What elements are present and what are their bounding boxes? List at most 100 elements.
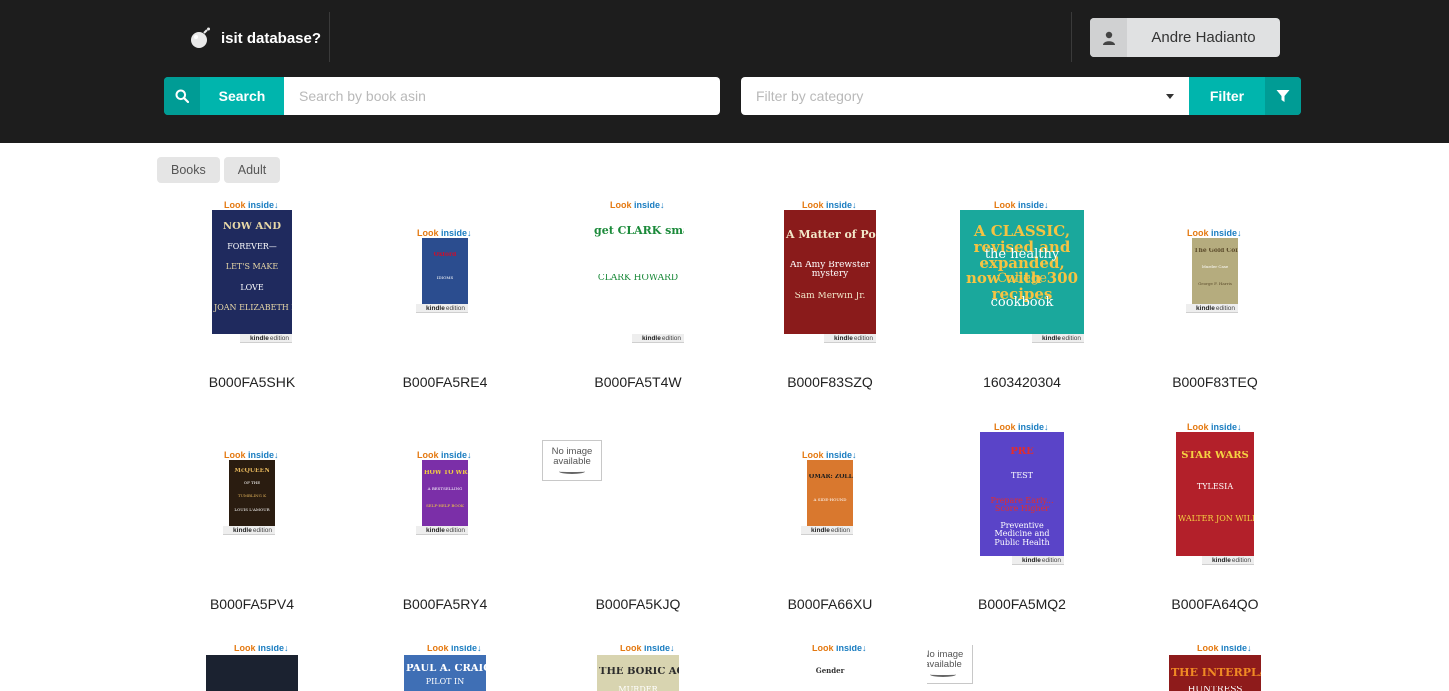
look-inside-badge[interactable]: Look inside↓ xyxy=(620,645,675,653)
book-card[interactable]: No imageavailable xyxy=(927,645,1117,691)
book-asin-label: B000FA5MQ2 xyxy=(978,596,1066,612)
amazon-smile-icon xyxy=(930,672,956,677)
look-inside-badge[interactable]: Look inside↓ xyxy=(1187,228,1242,238)
book-cover-image: McQUEEN OF THE TUMBLING K LOUIS L'AMOUR xyxy=(229,460,275,526)
book-card[interactable]: Look inside↓PAUL A. CRAIGPILOT INCOMMAND xyxy=(350,645,540,691)
look-inside-badge[interactable]: Look inside↓ xyxy=(417,450,472,460)
look-inside-look: Look xyxy=(417,228,439,238)
book-card[interactable]: Look inside↓ Gender and Material xyxy=(735,645,925,691)
cover-title-text: PRE xyxy=(1010,447,1034,457)
look-inside-look: Look xyxy=(802,450,824,460)
cover-title-text: JOAN ELIZABETH LLOYD xyxy=(214,304,292,312)
look-inside-badge[interactable]: Look inside↓ xyxy=(812,645,867,653)
book-card[interactable]: Look inside↓ NOW AND FOREVER— LET'S MAKE LOV… xyxy=(157,200,347,410)
look-inside-inside: inside xyxy=(634,200,661,210)
brand[interactable]: isit database? xyxy=(188,24,321,52)
arrow-down-icon: ↓ xyxy=(1247,645,1252,653)
book-card[interactable]: Look inside↓ A Matter of Policy An Amy Bre… xyxy=(735,200,925,410)
book-card[interactable]: Look inside↓ PRE TEST Prepare Early... Scor… xyxy=(927,422,1117,632)
look-inside-badge[interactable]: Look inside↓ xyxy=(427,645,482,653)
look-inside-look: Look xyxy=(1187,228,1209,238)
look-inside-badge[interactable]: Look inside↓ xyxy=(234,645,289,653)
look-inside-look: Look xyxy=(812,645,834,653)
book-card[interactable]: No image available B000FA5KJQ xyxy=(542,422,733,632)
filter-button-label: Filter xyxy=(1209,88,1245,104)
arrow-down-icon: ↓ xyxy=(1237,228,1242,238)
kindle-edition-badge: kindle edition xyxy=(416,304,468,313)
look-inside-inside: inside xyxy=(258,645,285,653)
arrow-down-icon: ↓ xyxy=(852,450,857,460)
book-card[interactable]: Look inside↓ HOW TO WRITE A BESTSELLING SEL… xyxy=(350,422,540,632)
cover-title-text: A SIDE-HOUND xyxy=(813,498,847,502)
look-inside-look: Look xyxy=(620,645,642,653)
edition-word: edition xyxy=(830,526,850,534)
book-cover-image: Oxford IDIOMS xyxy=(422,238,468,304)
kindle-word: kindle xyxy=(426,304,445,312)
book-card[interactable]: Look inside↓get CLARK smartThe Ultimate … xyxy=(543,200,733,410)
look-inside-badge[interactable]: Look inside↓ xyxy=(802,450,857,460)
book-card[interactable]: Look inside↓ The Gold Coin Murder Case Geor… xyxy=(1120,200,1310,410)
arrow-down-icon: ↓ xyxy=(1044,200,1049,210)
breadcrumb-tag-books[interactable]: Books xyxy=(157,157,220,183)
look-inside-look: Look xyxy=(1187,422,1209,432)
look-inside-badge[interactable]: Look inside↓ xyxy=(802,200,857,210)
book-asin-label: B000FA64QO xyxy=(1171,596,1259,612)
look-inside-look: Look xyxy=(224,200,246,210)
search-button[interactable]: Search xyxy=(164,77,284,115)
look-inside-badge[interactable]: Look inside↓ xyxy=(994,200,1049,210)
book-cover-image: OMAR: ZOLLI HINO A SIDE-HOUND xyxy=(807,460,853,526)
book-card[interactable]: Look inside↓ STAR WARS TYLESIA WALTER JON W… xyxy=(1120,422,1310,632)
look-inside-inside: inside xyxy=(826,200,853,210)
book-card[interactable]: Look inside↓ xyxy=(157,645,347,691)
no-image-placeholder: No imageavailable xyxy=(542,440,602,481)
look-inside-badge[interactable]: Look inside↓ xyxy=(417,228,472,238)
look-inside-badge[interactable]: Look inside↓ xyxy=(994,422,1049,432)
book-card[interactable]: Look inside↓ THE BORIC ACID MURDER xyxy=(543,645,733,691)
cover-title-text: George F. Harris xyxy=(1198,282,1232,286)
cover-title-text: TEST xyxy=(1011,472,1033,480)
book-card[interactable]: Look inside↓ A CLASSIC, revised and expan… xyxy=(927,200,1117,410)
cover-title-text: Prepare Early... Score Higher xyxy=(990,497,1054,514)
book-card[interactable]: Look inside↓ OMAR: ZOLLI HINO A SIDE-HOUND… xyxy=(735,422,925,632)
cover-title-text: WALTER JON WILLIAMS xyxy=(1178,515,1254,523)
look-inside-look: Look xyxy=(234,645,256,653)
search-icon xyxy=(164,77,200,115)
kindle-edition-badge: kindle edition xyxy=(1186,304,1238,313)
book-card[interactable]: Look inside↓ Oxford IDIOMS kindle edition B00… xyxy=(350,200,540,410)
book-asin-label: B000FA5PV4 xyxy=(209,596,295,612)
cover-title-text: THE INTERPLANETARY xyxy=(1171,667,1261,679)
book-asin-label: B000FA5SHK xyxy=(208,374,296,390)
breadcrumb-tag-adult[interactable]: Adult xyxy=(223,157,281,183)
filter-button[interactable]: Filter xyxy=(1189,77,1301,115)
breadcrumb: Books Adult xyxy=(157,157,281,183)
look-inside-badge[interactable]: Look inside↓ xyxy=(610,200,665,210)
look-inside-inside: inside xyxy=(248,450,275,460)
arrow-down-icon: ↓ xyxy=(1237,422,1242,432)
book-card[interactable]: Look inside↓ THE INTERPLANETARY HUNTRESS xyxy=(1120,645,1310,691)
book-cover-image: PRE TEST Prepare Early... Score Higher Prev… xyxy=(980,432,1064,556)
look-inside-inside: inside xyxy=(836,645,863,653)
look-inside-badge[interactable]: Look inside↓ xyxy=(1197,645,1252,653)
kindle-word: kindle xyxy=(1022,556,1041,564)
look-inside-inside: inside xyxy=(1211,422,1238,432)
look-inside-inside: inside xyxy=(451,645,478,653)
look-inside-badge[interactable]: Look inside↓ xyxy=(224,450,279,460)
kindle-edition-badge: kindle edition xyxy=(416,526,468,535)
look-inside-badge[interactable]: Look inside↓ xyxy=(224,200,279,210)
category-filter-placeholder: Filter by category xyxy=(756,88,864,104)
edition-word: edition xyxy=(445,304,465,312)
arrow-down-icon: ↓ xyxy=(1044,422,1049,432)
book-card[interactable]: Look inside↓ McQUEEN OF THE TUMBLING K LOUIS… xyxy=(157,422,347,632)
book-asin-label: B000FA66XU xyxy=(787,596,873,612)
edition-word: edition xyxy=(1041,556,1061,564)
cover-title-text: The Gold Coin xyxy=(1194,248,1238,254)
category-filter-dropdown[interactable]: Filter by category xyxy=(741,77,1189,115)
user-menu-button[interactable]: Andre Hadianto xyxy=(1090,18,1280,57)
search-input[interactable] xyxy=(284,77,720,115)
book-cover-image xyxy=(206,655,298,691)
look-inside-badge[interactable]: Look inside↓ xyxy=(1187,422,1242,432)
cover-title-text: LOUIS L'AMOUR xyxy=(234,508,270,512)
cover-title-text: SELF-HELP BOOK xyxy=(426,504,464,508)
look-inside-inside: inside xyxy=(644,645,671,653)
arrow-down-icon: ↓ xyxy=(274,450,279,460)
